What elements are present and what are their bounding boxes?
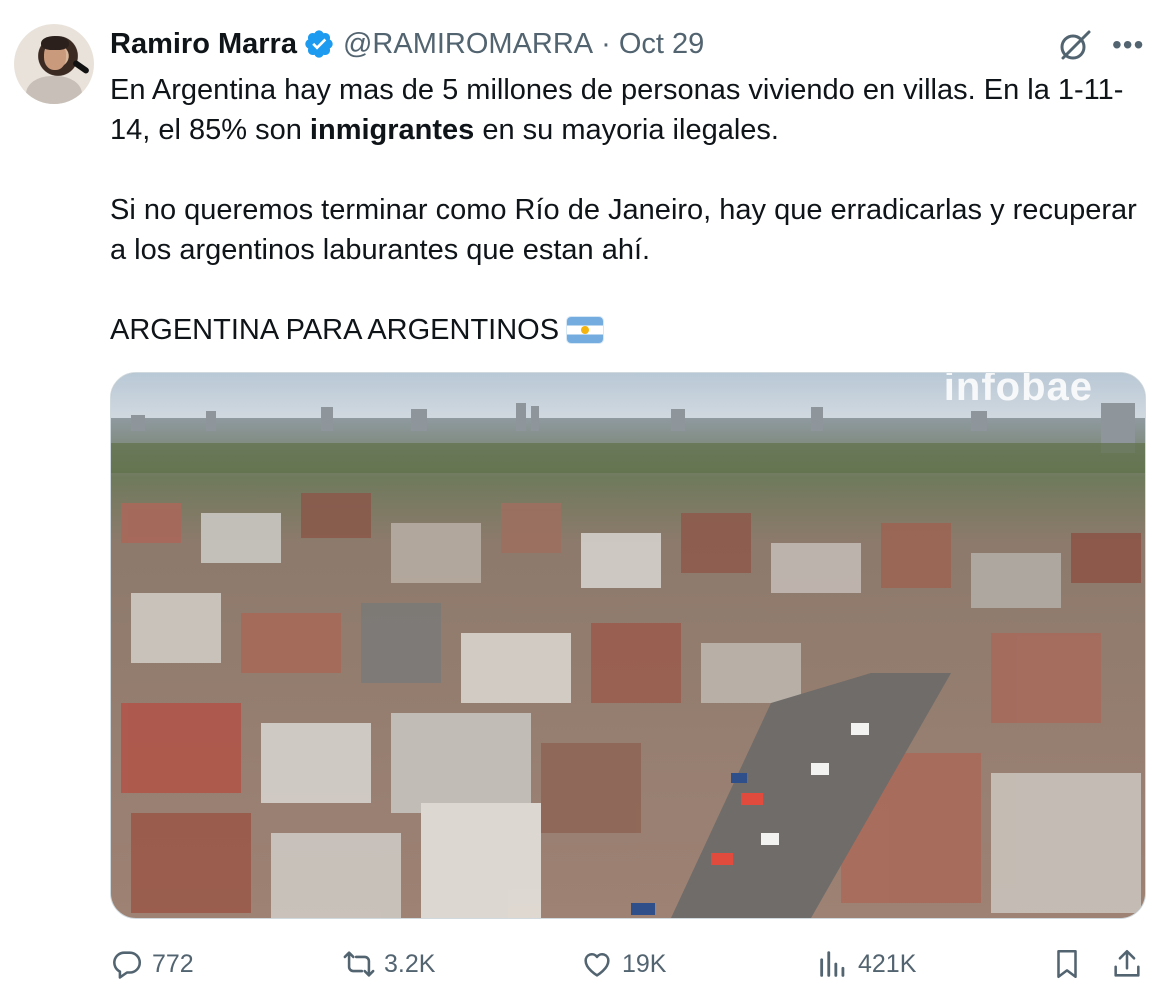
verified-badge-icon: [305, 30, 333, 58]
like-count: 19K: [622, 949, 667, 978]
reply-button[interactable]: 772: [110, 940, 194, 988]
aerial-city-image: [111, 373, 1145, 918]
argentina-flag-icon: [567, 317, 604, 343]
like-button[interactable]: 19K: [580, 940, 666, 988]
views-count: 421K: [858, 949, 917, 978]
author-name[interactable]: Ramiro Marra: [110, 28, 297, 61]
repost-count: 3.2K: [384, 949, 436, 978]
reply-icon: [113, 951, 142, 979]
tweet-paragraph-1: En Argentina hay mas de 5 millones de pe…: [110, 70, 1150, 150]
avatar-shirt: [26, 76, 82, 104]
bookmark-button[interactable]: [1050, 940, 1084, 988]
author-handle[interactable]: @RAMIROMARRA: [343, 28, 593, 61]
repost-button[interactable]: 3.2K: [342, 940, 435, 988]
tweet-date[interactable]: Oct 29: [619, 28, 704, 61]
grok-icon[interactable]: [1058, 28, 1092, 62]
avatar-hair: [41, 36, 69, 50]
share-icon: [1114, 949, 1140, 977]
bookmark-icon: [1057, 949, 1077, 979]
more-icon[interactable]: •••: [1112, 30, 1144, 60]
tweet-paragraph-3: ARGENTINA PARA ARGENTINOS: [110, 310, 1150, 350]
tweet-actions: 772 3.2K 19K 421K: [0, 940, 1174, 988]
avatar-microphone: [71, 59, 91, 75]
header-separator: ·: [601, 27, 611, 60]
tweet-header: Ramiro Marra @RAMIROMARRA · Oct 29: [110, 24, 704, 64]
views-icon: [820, 951, 845, 977]
tweet-paragraph-2: Si no queremos terminar como Río de Jane…: [110, 194, 1137, 266]
author-avatar[interactable]: [14, 24, 94, 104]
views-button[interactable]: 421K: [816, 940, 916, 988]
tweet-text-part: en su mayoria ilegales.: [474, 114, 779, 146]
share-button[interactable]: [1110, 940, 1144, 988]
reply-count: 772: [152, 949, 194, 978]
tweet-bold-word: inmigrantes: [309, 114, 475, 146]
tweet-photo[interactable]: infobae: [110, 372, 1146, 919]
heart-icon: [584, 953, 610, 977]
media-watermark: infobae: [943, 372, 1093, 409]
tweet-text-part: ARGENTINA PARA ARGENTINOS: [110, 314, 560, 346]
repost-icon: [343, 951, 375, 977]
tweet-text: En Argentina hay mas de 5 millones de pe…: [110, 70, 1150, 350]
